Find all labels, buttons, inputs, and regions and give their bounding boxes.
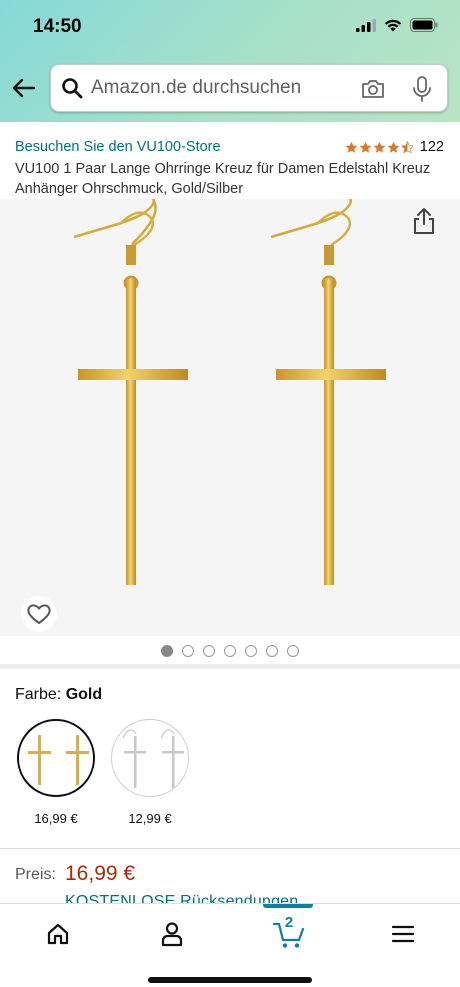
half-star-icon xyxy=(400,140,414,153)
selected-color: Gold xyxy=(65,686,103,703)
pagination-dot[interactable] xyxy=(245,645,257,657)
swatch-gold-image xyxy=(28,735,89,785)
back-arrow-icon xyxy=(12,78,36,98)
home-indicator xyxy=(148,977,312,983)
pagination-dot[interactable] xyxy=(161,645,173,657)
share-button[interactable] xyxy=(408,205,440,237)
star-rating xyxy=(345,140,414,154)
search-input[interactable] xyxy=(91,75,341,101)
price-value: 16,99 € xyxy=(65,862,136,885)
pagination-dot[interactable] xyxy=(287,645,299,657)
status-time: 14:50 xyxy=(33,16,82,37)
swatch-price-silver: 12,99 € xyxy=(128,811,172,826)
star-icon xyxy=(387,141,400,153)
search-row xyxy=(0,62,460,114)
pagination-dot[interactable] xyxy=(266,645,278,657)
store-link[interactable]: Besuchen Sie den VU100-Store xyxy=(15,139,221,155)
product-title: VU100 1 Paar Lange Ohrringe Kreuz für Da… xyxy=(15,161,431,197)
heart-icon xyxy=(27,604,51,624)
search-box[interactable] xyxy=(50,64,448,112)
nav-home[interactable] xyxy=(38,918,78,950)
rating-count: 122 xyxy=(419,139,444,155)
back-button[interactable] xyxy=(10,74,38,102)
star-icon xyxy=(373,141,386,153)
swatch-price-gold: 16,99 € xyxy=(34,811,78,826)
wifi-icon xyxy=(384,19,402,32)
pagination-dot[interactable] xyxy=(182,645,194,657)
star-icon xyxy=(359,141,372,153)
product-image[interactable] xyxy=(0,196,460,636)
home-icon xyxy=(47,923,69,945)
rating[interactable]: 122 xyxy=(345,139,444,155)
signal-icon xyxy=(356,18,376,32)
camera-icon[interactable] xyxy=(360,77,386,101)
wishlist-button[interactable] xyxy=(21,596,57,632)
battery-icon xyxy=(410,18,438,32)
search-icon xyxy=(62,78,83,99)
share-icon xyxy=(414,208,434,234)
swatch-silver-image xyxy=(122,729,184,788)
section-divider xyxy=(0,664,460,669)
star-icon xyxy=(345,141,358,153)
nav-menu[interactable] xyxy=(383,918,423,950)
menu-icon xyxy=(392,925,414,943)
microphone-icon[interactable] xyxy=(411,75,433,103)
nav-account[interactable] xyxy=(152,918,192,950)
pagination-dot[interactable] xyxy=(203,645,215,657)
color-swatch-gold[interactable] xyxy=(17,719,95,797)
nav-active-indicator xyxy=(263,904,313,908)
earrings-image xyxy=(73,196,386,585)
cart-count: 2 xyxy=(284,914,294,931)
color-label: Farbe: Gold xyxy=(15,686,102,704)
pagination-dot[interactable] xyxy=(224,645,236,657)
status-icons xyxy=(356,18,438,32)
price-label: Preis: xyxy=(15,866,56,883)
color-label-text: Farbe: xyxy=(15,686,62,703)
section-divider xyxy=(0,848,460,849)
bottom-nav: 2 xyxy=(0,903,460,987)
image-pagination xyxy=(0,645,460,657)
status-bar: 14:50 xyxy=(0,0,460,54)
person-icon xyxy=(161,922,183,947)
color-swatch-silver[interactable] xyxy=(111,719,189,797)
nav-cart[interactable]: 2 xyxy=(267,914,311,950)
